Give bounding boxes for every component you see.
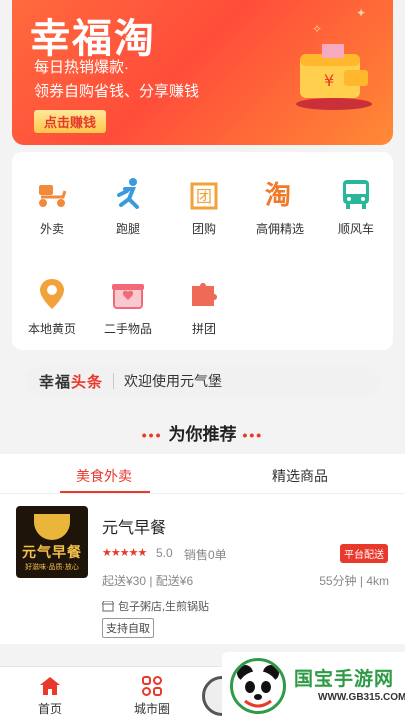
grid-label: 二手物品 (103, 322, 152, 336)
shop-icon (102, 600, 114, 611)
decor-dots: ••• (141, 427, 163, 443)
nav-city-circle[interactable]: 城市圈 (122, 675, 182, 717)
store-logo: 元气早餐 好滋味·品质·放心 (16, 506, 88, 578)
grid-item-second-hand[interactable]: 二手物品 (90, 276, 166, 337)
news-ticker[interactable]: 幸福头条 欢迎使用元气堡 (25, 366, 380, 396)
delivery-badge: 平台配送 (340, 544, 388, 563)
divider (113, 373, 115, 389)
grid-item-takeaway[interactable]: 外卖 (14, 176, 90, 237)
star-rating-icon: ★★★★★ (102, 547, 147, 559)
grid-item-carpool[interactable]: 顺风车 (318, 176, 394, 237)
promo-banner[interactable]: ✦ ✧ 幸福淘 每日热销爆款· 领券自购省钱、分享赚钱 点击赚钱 ¥ (12, 0, 393, 145)
grid-label: 团购 (191, 222, 216, 236)
store-categories: 包子粥店,生煎锅贴 (102, 598, 209, 614)
recommend-tabs: 美食外卖 精选商品 (0, 454, 405, 494)
delivery-fees: 起送¥30 | 配送¥6 (102, 574, 194, 588)
grid-label: 顺风车 (337, 222, 374, 236)
delivery-eta: 55分钟 | 4km (319, 574, 389, 588)
banner-subtitle-2: 领券自购省钱、分享赚钱 (34, 83, 200, 100)
grid-item-errand[interactable]: 跑腿 (90, 176, 166, 237)
grid-item-yellow-pages[interactable]: 本地黄页 (14, 276, 90, 337)
self-pickup-tag: 支持自取 (102, 618, 154, 638)
watermark-url: WWW.GB315.COM (318, 692, 405, 703)
wallet-icon: ¥ (296, 44, 372, 110)
tab-selected-goods[interactable]: 精选商品 (272, 466, 328, 486)
banner-subtitle: 每日热销爆款· (34, 59, 129, 76)
grid-item-group-deal[interactable]: 拼团 (166, 276, 242, 337)
scooter-icon (34, 176, 70, 212)
earn-money-button[interactable]: 点击赚钱 (34, 110, 107, 133)
active-tab-indicator (60, 491, 150, 493)
grid-circles-icon (122, 675, 182, 697)
headline-message: 欢迎使用元气堡 (124, 373, 223, 389)
store-sales: 销售0单 (184, 548, 227, 562)
store-name: 元气早餐 (102, 520, 167, 537)
nav-home[interactable]: 首页 (20, 675, 80, 717)
grid-label: 外卖 (39, 222, 64, 236)
svg-text:团: 团 (196, 187, 212, 206)
watermark-site-name: 国宝手游网 (294, 669, 395, 690)
svg-text:淘: 淘 (265, 181, 291, 210)
grid-item-top-commission[interactable]: 淘 高佣精选 (242, 176, 318, 237)
site-watermark: 国宝手游网 WWW.GB315.COM (222, 652, 405, 720)
recommend-section-title: ••• 为你推荐 ••• (141, 425, 264, 444)
store-rating: 5.0 (156, 546, 173, 560)
grid-label: 跑腿 (115, 222, 140, 236)
store-card[interactable]: 元气早餐 好滋味·品质·放心 元气早餐 ★★★★★ 5.0 销售0单 平台配送 … (0, 494, 405, 644)
puzzle-icon (186, 276, 222, 312)
grid-label: 高佣精选 (255, 222, 304, 236)
runner-icon (110, 176, 146, 212)
tab-food-delivery[interactable]: 美食外卖 (76, 466, 132, 486)
group-buy-icon: 团 (186, 176, 222, 212)
decor-dots: ••• (242, 427, 264, 443)
grid-item-group-buy[interactable]: 团 团购 (166, 176, 242, 237)
service-grid: 外卖 跑腿 团 团购 淘 高佣精选 顺风车 本地黄页 二手物品 拼团 (12, 152, 393, 350)
bus-icon (338, 176, 374, 212)
grid-label: 拼团 (191, 322, 216, 336)
headline-brand: 幸福头条 (39, 373, 104, 391)
grid-label: 本地黄页 (27, 322, 76, 336)
location-pin-icon (34, 276, 70, 312)
tao-icon: 淘 (262, 176, 298, 212)
sparkle-icon: ✧ (312, 22, 323, 36)
home-icon (20, 675, 80, 697)
svg-text:¥: ¥ (324, 71, 334, 90)
sparkle-icon: ✦ (356, 6, 367, 20)
panda-logo-icon (230, 658, 286, 714)
gift-box-icon (110, 276, 146, 312)
